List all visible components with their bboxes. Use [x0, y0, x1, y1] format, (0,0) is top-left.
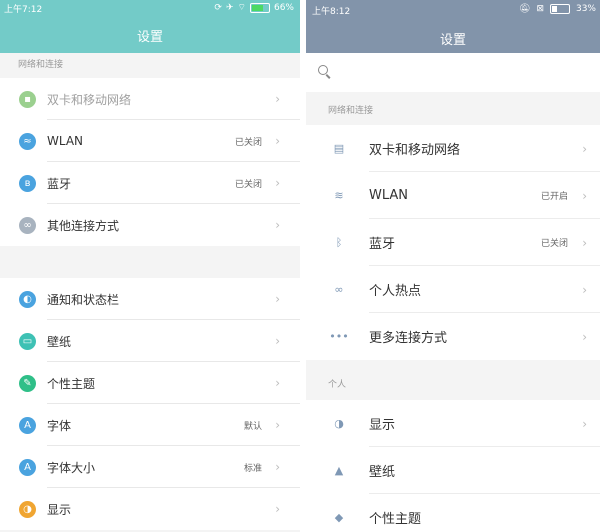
network-group: ▤ 双卡和移动网络 › ≋ WLAN 已开启 › ᛒ 蓝牙 已关闭 › ∞ 个人… — [306, 125, 600, 360]
sim-icon: ▪ — [19, 90, 36, 108]
wallpaper-icon: ▭ — [19, 332, 36, 350]
chevron-right-icon: › — [582, 329, 587, 344]
chevron-right-icon: › — [275, 376, 280, 390]
search-icon — [318, 65, 328, 75]
settings-row-other-connections[interactable]: ∞ 其他连接方式 › — [0, 204, 300, 246]
section-personal-label: 个人 — [328, 380, 347, 390]
right-settings-screen: 上午8:12 🔕︎ ⊠ 33% 设置 网络和连接 ▤ 双卡和移动网络 › ≋ W… — [306, 0, 600, 532]
battery-percent: 33% — [575, 4, 596, 14]
chevron-right-icon: › — [582, 282, 587, 297]
chevron-right-icon: › — [275, 334, 280, 348]
sync-icon: ⟳ — [214, 2, 222, 13]
chevron-right-icon: › — [582, 188, 587, 203]
page-title: 设置 — [439, 33, 466, 48]
left-header: 上午7:12 ⟳ ✈ ⌔ 66% 设置 — [0, 0, 300, 53]
right-header: 上午8:12 🔕︎ ⊠ 33% 设置 — [306, 0, 600, 53]
battery-percent: 66% — [273, 2, 294, 13]
chevron-right-icon: › — [275, 176, 280, 190]
chevron-right-icon: › — [582, 416, 587, 431]
settings-row-wallpaper[interactable]: ▭ 壁纸 › — [0, 320, 300, 362]
settings-row-display[interactable]: ◑ 显示 › — [306, 400, 600, 447]
font-size-icon: A — [19, 458, 36, 476]
wifi-status-icon: ⌔ — [237, 3, 246, 13]
settings-row-font[interactable]: A 字体 默认 › — [0, 404, 300, 446]
status-time: 上午7:12 — [4, 5, 43, 15]
page-title: 设置 — [136, 30, 163, 45]
settings-row-dual-sim[interactable]: ▪ 双卡和移动网络 › — [0, 78, 300, 120]
chevron-right-icon: › — [275, 92, 280, 106]
settings-row-bluetooth[interactable]: ᛒ 蓝牙 已关闭 › — [306, 219, 600, 266]
settings-row-wlan[interactable]: ≋ WLAN 已开启 › — [306, 172, 600, 219]
settings-row-wallpaper[interactable]: ▲ 壁纸 — [306, 447, 600, 494]
display-icon: ◑ — [334, 417, 344, 430]
personal-group: ◐ 通知和状态栏 › ▭ 壁纸 › ✎ 个性主题 › A 字体 默认 › A 字… — [0, 278, 300, 530]
status-icons: ⟳ ✈ ⌔ 66% — [214, 2, 294, 13]
wallpaper-icon: ▲ — [334, 464, 344, 477]
settings-row-dual-sim[interactable]: ▤ 双卡和移动网络 › — [306, 125, 600, 172]
chevron-right-icon: › — [275, 460, 280, 474]
mute-icon: 🔕︎ — [519, 4, 531, 14]
settings-row-theme[interactable]: ✎ 个性主题 › — [0, 362, 300, 404]
status-time: 上午8:12 — [312, 7, 351, 17]
hotspot-icon: ∞ — [334, 283, 344, 296]
left-settings-screen: 上午7:12 ⟳ ✈ ⌔ 66% 设置 网络和连接 ▪ 双卡和移动网络 › ≈ … — [0, 0, 300, 532]
chevron-right-icon: › — [275, 418, 280, 432]
battery-icon — [549, 4, 570, 14]
status-icons: 🔕︎ ⊠ 33% — [519, 4, 596, 14]
sim-icon: ▤ — [333, 142, 345, 155]
airplane-icon: ✈ — [225, 2, 234, 13]
chevron-right-icon: › — [275, 134, 280, 148]
bluetooth-icon: ᛒ — [335, 236, 343, 249]
no-sim-icon: ⊠ — [536, 4, 544, 14]
wifi-icon: ≋ — [334, 189, 344, 202]
bluetooth-icon: ʙ — [19, 174, 36, 192]
settings-row-notifications[interactable]: ◐ 通知和状态栏 › — [0, 278, 300, 320]
display-icon: ◑ — [19, 500, 36, 518]
settings-row-wlan[interactable]: ≈ WLAN 已关闭 › — [0, 120, 300, 162]
chevron-right-icon: › — [582, 141, 587, 156]
section-network-label: 网络和连接 — [18, 60, 64, 70]
settings-row-hotspot[interactable]: ∞ 个人热点 › — [306, 266, 600, 313]
personal-group: ◑ 显示 › ▲ 壁纸 ◆ 个性主题 — [306, 400, 600, 532]
theme-icon: ◆ — [334, 511, 344, 524]
wifi-icon: ≈ — [19, 132, 36, 150]
chevron-right-icon: › — [275, 292, 280, 306]
settings-row-font-size[interactable]: A 字体大小 标准 › — [0, 446, 300, 488]
more-icon: ••• — [329, 330, 349, 343]
settings-row-bluetooth[interactable]: ʙ 蓝牙 已关闭 › — [0, 162, 300, 204]
search-input[interactable] — [306, 53, 600, 92]
comparison-view: 上午7:12 ⟳ ✈ ⌔ 66% 设置 网络和连接 ▪ 双卡和移动网络 › ≈ … — [0, 0, 600, 532]
chevron-right-icon: › — [275, 502, 280, 516]
network-group: ▪ 双卡和移动网络 › ≈ WLAN 已关闭 › ʙ 蓝牙 已关闭 › ∞ 其他… — [0, 78, 300, 246]
settings-row-display[interactable]: ◑ 显示 › — [0, 488, 300, 530]
toggle-icon: ◐ — [19, 290, 36, 308]
theme-icon: ✎ — [19, 374, 36, 392]
battery-icon — [249, 2, 270, 13]
section-network-label: 网络和连接 — [328, 106, 374, 116]
chevron-right-icon: › — [582, 235, 587, 250]
settings-row-more-connections[interactable]: ••• 更多连接方式 › — [306, 313, 600, 360]
settings-row-theme[interactable]: ◆ 个性主题 — [306, 494, 600, 532]
chevron-right-icon: › — [275, 218, 280, 232]
font-icon: A — [19, 416, 36, 434]
link-icon: ∞ — [19, 216, 36, 234]
